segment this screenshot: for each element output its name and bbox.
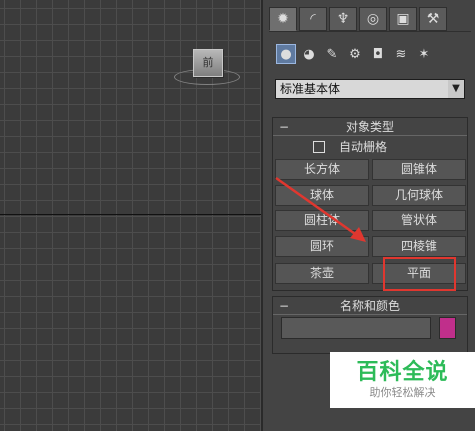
cameras-icon[interactable]: ⚙ <box>345 44 365 64</box>
geosphere-button[interactable]: 几何球体 <box>372 185 466 206</box>
watermark-title: 百科全说 <box>356 360 449 385</box>
collapse-icon[interactable]: − <box>279 118 289 136</box>
display-monitor-icon: ▣ <box>396 11 410 27</box>
create-sun-icon: ✹ <box>277 11 289 27</box>
annotation-highlight-box <box>383 257 456 291</box>
modify-curve-icon: ◜ <box>310 11 316 27</box>
motion-icon: ◎ <box>366 11 380 27</box>
chevron-down-icon[interactable]: ▼ <box>448 80 464 98</box>
object-color-swatch[interactable] <box>439 317 456 339</box>
create-tab[interactable]: ✹ <box>269 7 297 31</box>
viewcube-front-face[interactable]: 前 <box>193 49 223 77</box>
autogrid-row[interactable]: 自动栅格 <box>313 138 387 155</box>
motion-tab[interactable]: ◎ <box>359 7 387 31</box>
shapes-icon[interactable]: ◕ <box>299 44 319 64</box>
hierarchy-icon: ♆ <box>336 11 350 27</box>
annotation-arrow <box>275 176 366 242</box>
autogrid-label: 自动栅格 <box>339 140 388 154</box>
object-type-title: 对象类型 <box>345 120 394 134</box>
tabs-divider <box>269 31 471 32</box>
spacewarps-icon[interactable]: ≋ <box>391 44 411 64</box>
tube-button[interactable]: 管状体 <box>372 210 466 231</box>
autogrid-checkbox[interactable] <box>313 140 325 153</box>
create-subcategories: ● ◕ ✎ ⚙ ◘ ≋ ✶ <box>276 44 434 64</box>
watermark-subtitle: 助你轻松解决 <box>369 386 436 399</box>
utilities-hammer-icon: ⚒ <box>426 11 440 27</box>
cone-button[interactable]: 圆锥体 <box>372 159 466 180</box>
systems-icon[interactable]: ✶ <box>414 44 434 64</box>
rollout-divider <box>273 135 467 136</box>
modify-tab[interactable]: ◜ <box>299 7 327 31</box>
lights-icon[interactable]: ✎ <box>322 44 342 64</box>
name-color-title: 名称和颜色 <box>339 299 400 313</box>
collapse-icon[interactable]: − <box>279 297 289 315</box>
pyramid-button[interactable]: 四棱锥 <box>372 236 466 257</box>
object-name-field[interactable] <box>281 317 431 339</box>
name-color-rollout: − 名称和颜色 <box>272 296 468 354</box>
hierarchy-tab[interactable]: ♆ <box>329 7 357 31</box>
rollout-divider <box>273 314 467 315</box>
watermark: 百科全说 助你轻松解决 <box>330 352 475 408</box>
object-type-header[interactable]: − 对象类型 <box>273 118 467 136</box>
display-tab[interactable]: ▣ <box>389 7 417 31</box>
viewport-axis-line <box>0 214 263 215</box>
geometry-sphere-icon[interactable]: ● <box>276 44 296 64</box>
category-dropdown-value: 标准基本体 <box>280 82 341 96</box>
teapot-button[interactable]: 茶壶 <box>275 263 369 284</box>
command-panel-tabs: ✹ ◜ ♆ ◎ ▣ ⚒ <box>269 7 447 31</box>
category-dropdown[interactable]: 标准基本体 ▼ <box>275 79 465 99</box>
helpers-icon[interactable]: ◘ <box>368 44 388 64</box>
viewport-border <box>261 0 263 431</box>
perspective-viewport[interactable]: 前 <box>0 0 263 431</box>
viewcube[interactable]: 前 <box>174 47 240 87</box>
utilities-tab[interactable]: ⚒ <box>419 7 447 31</box>
name-color-header[interactable]: − 名称和颜色 <box>273 297 467 315</box>
